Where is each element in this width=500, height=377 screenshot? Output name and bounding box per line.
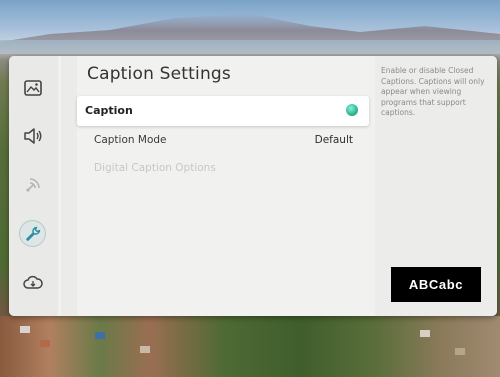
page-title: Caption Settings <box>87 64 231 84</box>
digital-caption-options-label: Digital Caption Options <box>94 162 216 174</box>
broadcasting-icon[interactable] <box>19 171 46 198</box>
settings-panel: Caption Settings Caption Caption Mode De… <box>9 56 497 316</box>
settings-category-rail <box>9 56 58 316</box>
caption-toggle-row[interactable]: Caption <box>77 96 369 126</box>
caption-mode-value: Default <box>314 134 353 146</box>
caption-label: Caption <box>85 104 133 117</box>
caption-settings-content: Caption Settings Caption Caption Mode De… <box>77 56 375 316</box>
caption-preview: ABCabc <box>391 267 481 302</box>
support-wrench-icon[interactable] <box>19 220 46 247</box>
caption-toggle-indicator[interactable] <box>346 104 358 116</box>
digital-caption-options-row: Digital Caption Options <box>77 156 369 182</box>
rail-divider <box>61 56 77 316</box>
background-lake <box>0 40 500 54</box>
background-town <box>0 316 500 377</box>
help-pane: Enable or disable Closed Captions. Capti… <box>375 56 497 316</box>
sound-icon[interactable] <box>19 122 46 149</box>
picture-icon[interactable] <box>19 74 46 101</box>
caption-mode-row[interactable]: Caption Mode Default <box>77 128 369 154</box>
caption-mode-label: Caption Mode <box>94 134 167 146</box>
cloud-icon[interactable] <box>19 269 46 296</box>
help-description: Enable or disable Closed Captions. Capti… <box>381 66 485 117</box>
